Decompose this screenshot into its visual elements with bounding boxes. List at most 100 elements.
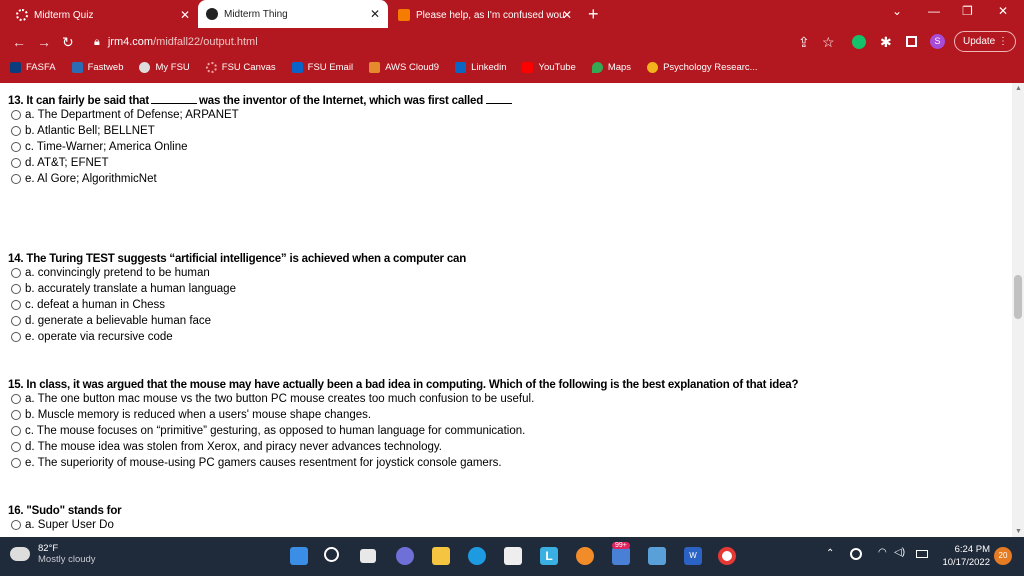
notification-count[interactable]: 20 (994, 547, 1012, 565)
radio-button[interactable] (11, 284, 21, 294)
radio-button[interactable] (11, 142, 21, 152)
tab-midterm-quiz[interactable]: Midterm Quiz ✕ (8, 2, 198, 28)
new-tab-button[interactable]: + (588, 4, 599, 25)
battery-icon[interactable] (916, 550, 928, 558)
option[interactable]: d. AT&T; EFNET (8, 155, 512, 171)
radio-button[interactable] (11, 174, 21, 184)
file-explorer-icon[interactable] (432, 547, 450, 565)
scrollbar-thumb[interactable] (1014, 275, 1022, 319)
store-icon[interactable] (504, 547, 522, 565)
option[interactable]: a. The one button mac mouse vs the two b… (8, 391, 798, 407)
outlook-icon (291, 61, 303, 73)
back-icon[interactable]: ← (12, 34, 26, 50)
radio-button[interactable] (11, 110, 21, 120)
star-icon[interactable]: ☆ (822, 34, 835, 51)
option[interactable]: e. The superiority of mouse-using PC gam… (8, 455, 798, 471)
chrome-icon[interactable] (718, 547, 736, 565)
radio-button[interactable] (11, 126, 21, 136)
clock-date: 10/17/2022 (942, 557, 990, 568)
windows-start-icon[interactable] (290, 547, 308, 565)
chat-icon[interactable] (396, 547, 414, 565)
bookmark-linkedin[interactable]: Linkedin (455, 61, 506, 73)
option[interactable]: b. accurately translate a human language (8, 281, 466, 297)
option[interactable]: a. The Department of Defense; ARPANET (8, 107, 512, 123)
volume-icon[interactable]: ◁) (894, 547, 905, 558)
bookmark-aws[interactable]: AWS Cloud9 (369, 61, 439, 73)
word-icon[interactable]: W (684, 547, 702, 565)
bookmark-myfsu[interactable]: My FSU (139, 61, 190, 73)
sidebar-icon[interactable] (906, 36, 917, 47)
close-icon[interactable]: ✕ (562, 8, 572, 22)
option[interactable]: c. The mouse focuses on “primitive” gest… (8, 423, 798, 439)
radio-button[interactable] (11, 316, 21, 326)
bookmark-fastweb[interactable]: Fastweb (71, 61, 123, 73)
bookmark-youtube[interactable]: YouTube (522, 61, 576, 73)
photos-icon[interactable] (612, 547, 630, 565)
radio-button[interactable] (11, 442, 21, 452)
maps-icon (591, 61, 603, 73)
bookmark-label: Maps (607, 61, 632, 73)
grammarly-icon[interactable] (852, 35, 866, 49)
chevron-down-icon[interactable]: ⌄ (892, 4, 902, 18)
forward-icon[interactable]: → (37, 34, 51, 50)
radio-button[interactable] (11, 158, 21, 168)
scrollbar[interactable]: ▲ ▼ (1012, 83, 1024, 537)
option-label: b. Atlantic Bell; BELLNET (25, 125, 155, 137)
wifi-icon[interactable]: ◠ (878, 547, 887, 558)
game-app-icon[interactable] (576, 547, 594, 565)
restore-button[interactable]: ❐ (962, 4, 973, 18)
bookmark-fsu-email[interactable]: FSU Email (291, 61, 353, 73)
option[interactable]: a. convincingly pretend to be human (8, 265, 466, 281)
option-label: e. The superiority of mouse-using PC gam… (25, 457, 502, 469)
fastweb-icon (71, 61, 83, 73)
clock-time: 6:24 PM (954, 544, 990, 555)
question-text-part: was the inventor of the Internet, which … (199, 95, 484, 107)
update-button[interactable]: Update ⋮ (954, 31, 1016, 52)
scroll-up-icon[interactable]: ▲ (1015, 85, 1022, 92)
tab-midterm-thing[interactable]: Midterm Thing ✕ (198, 0, 388, 28)
close-icon[interactable]: ✕ (370, 7, 380, 21)
option[interactable]: d. The mouse idea was stolen from Xerox,… (8, 439, 798, 455)
share-icon[interactable]: ⇪ (798, 34, 810, 51)
radio-button[interactable] (11, 394, 21, 404)
radio-button[interactable] (11, 458, 21, 468)
bookmark-maps[interactable]: Maps (591, 61, 632, 73)
close-icon[interactable]: ✕ (180, 8, 190, 22)
url-bar[interactable]: 🔒︎ jrm4.com/midfall22/output.html (84, 31, 844, 53)
search-icon[interactable] (324, 547, 339, 562)
image-app-icon[interactable] (648, 547, 666, 565)
bookmark-fasfa[interactable]: FASFA (10, 61, 56, 73)
l-app-icon[interactable]: L (540, 547, 558, 565)
option[interactable]: a. Super User Do (8, 517, 121, 533)
option[interactable]: d. generate a believable human face (8, 313, 466, 329)
option[interactable]: e. operate via recursive code (8, 329, 466, 345)
tab-chegg[interactable]: Please help, as I'm confused wou ✕ (390, 2, 580, 28)
option[interactable]: b. Atlantic Bell; BELLNET (8, 123, 512, 139)
bookmark-fsu-canvas[interactable]: FSU Canvas (205, 61, 276, 73)
scroll-down-icon[interactable]: ▼ (1015, 528, 1022, 535)
radio-button[interactable] (11, 520, 21, 530)
extensions-icon[interactable]: ✱ (880, 34, 892, 51)
option-label: d. generate a believable human face (25, 315, 212, 327)
chevron-up-icon[interactable]: ⌃ (826, 548, 834, 559)
minimize-button[interactable]: — (928, 4, 940, 18)
bookmark-psychology[interactable]: Psychology Researc... (647, 61, 758, 73)
radio-button[interactable] (11, 410, 21, 420)
sync-icon[interactable] (850, 548, 862, 560)
option[interactable]: c. defeat a human in Chess (8, 297, 466, 313)
system-clock[interactable]: 6:24 PM 10/17/2022 (942, 543, 990, 569)
option[interactable]: b. Muscle memory is reduced when a users… (8, 407, 798, 423)
edge-icon[interactable] (468, 547, 486, 565)
close-window-button[interactable]: ✕ (998, 4, 1008, 18)
radio-button[interactable] (11, 332, 21, 342)
radio-button[interactable] (11, 300, 21, 310)
radio-button[interactable] (11, 426, 21, 436)
radio-button[interactable] (11, 268, 21, 278)
option[interactable]: e. Al Gore; AlgorithmicNet (8, 171, 512, 187)
task-view-icon[interactable] (360, 549, 376, 563)
reload-icon[interactable]: ↻ (62, 34, 74, 51)
weather-widget[interactable]: 82°F Mostly cloudy (10, 543, 96, 565)
option[interactable]: c. Time-Warner; America Online (8, 139, 512, 155)
fasfa-icon (10, 61, 21, 73)
profile-avatar[interactable]: S (930, 34, 945, 49)
